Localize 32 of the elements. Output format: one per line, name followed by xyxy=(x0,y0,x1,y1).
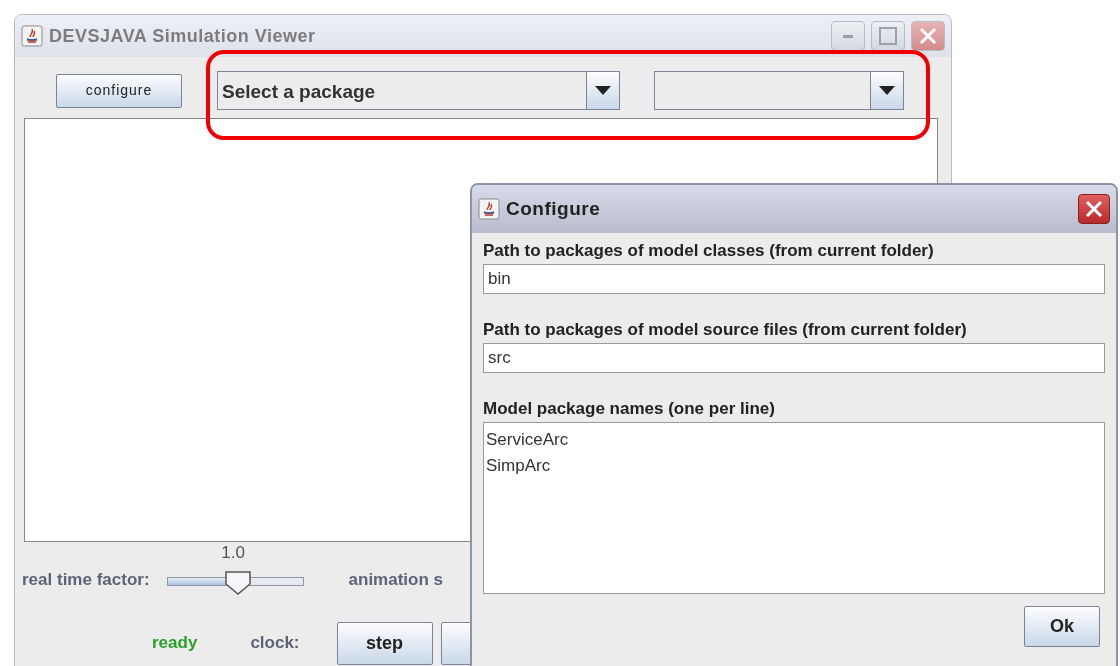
text-line: ServiceArc xyxy=(486,429,570,451)
step-button[interactable]: step xyxy=(336,621,433,665)
text-field[interactable]: bin xyxy=(483,264,1105,294)
text-field[interactable]: src xyxy=(483,343,1105,373)
configure-button[interactable]: configure xyxy=(56,73,182,108)
field-label: Model package names (one per line) xyxy=(483,399,776,419)
animation-label: animation s xyxy=(348,569,443,591)
maximize-button[interactable] xyxy=(871,21,905,51)
field-label: Path to packages of model source files (from current folder) xyxy=(483,320,968,340)
package-dropdown[interactable]: Select a package xyxy=(217,71,620,110)
status-text: ready xyxy=(152,632,198,655)
minimize-icon xyxy=(842,33,854,39)
model-dropdown[interactable] xyxy=(654,71,904,110)
close-icon xyxy=(919,27,937,45)
window-title: DEVSJAVA Simulation Viewer xyxy=(49,24,316,48)
close-icon xyxy=(1085,200,1103,218)
minimize-button[interactable] xyxy=(831,21,865,51)
caret-icon xyxy=(595,85,611,96)
slider-thumb[interactable] xyxy=(223,568,252,595)
slider-label: real time factor: xyxy=(22,569,150,591)
maximize-icon xyxy=(879,27,897,45)
java-icon xyxy=(478,198,500,220)
caret-icon xyxy=(879,85,895,96)
ok-button[interactable]: Ok xyxy=(1024,606,1100,647)
dialog-title: Configure xyxy=(506,196,601,221)
java-icon xyxy=(21,25,43,47)
close-button[interactable] xyxy=(1078,194,1110,224)
package-names-field[interactable]: ServiceArc SimpArc xyxy=(483,422,1105,594)
field-label: Path to packages of model classes (from current folder) xyxy=(483,241,935,261)
slider-value: 1.0 xyxy=(221,542,245,564)
text-line: SimpArc xyxy=(486,455,552,477)
clock-label: clock: xyxy=(250,632,300,655)
